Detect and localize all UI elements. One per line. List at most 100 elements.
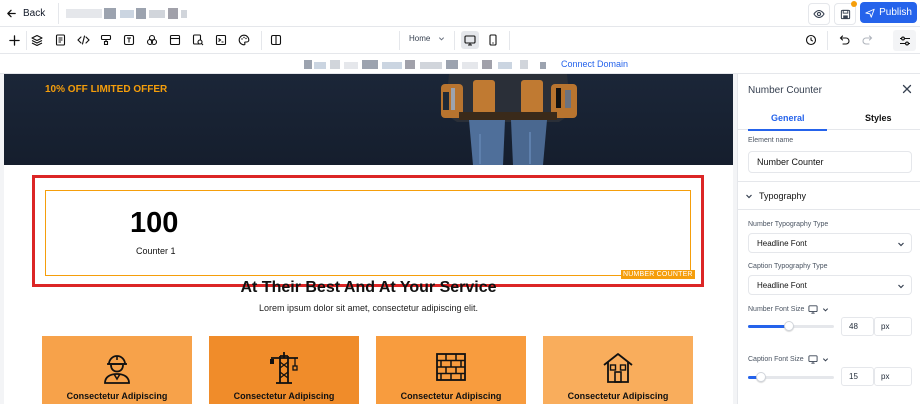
history-button[interactable]	[803, 32, 819, 48]
panel-tabs: General Styles	[738, 108, 920, 131]
caption-font-size-unit[interactable]: px	[874, 367, 912, 386]
service-card[interactable]: Consectetur Adipiscing	[543, 336, 693, 404]
element-name-label: Element name	[748, 137, 794, 144]
close-icon[interactable]	[901, 83, 913, 95]
paint-roller-icon	[100, 34, 112, 46]
slider-handle[interactable]	[755, 372, 766, 382]
tab-general[interactable]: General	[771, 113, 805, 123]
service-card-label: Consectetur Adipiscing	[400, 391, 502, 401]
pages-button[interactable]	[52, 32, 68, 48]
split-view-button[interactable]	[268, 32, 284, 48]
chevron-down-icon[interactable]	[822, 356, 829, 363]
service-card-label: Consectetur Adipiscing	[567, 391, 669, 401]
typography-section-toggle[interactable]: Typography	[745, 191, 806, 201]
undo-button[interactable]	[837, 32, 853, 48]
typography-heading: Typography	[759, 191, 807, 201]
caption-typography-value: Headline Font	[757, 280, 807, 290]
page-preview: 10% OFF LIMITED OFFER 100 Counter 1 NUMB…	[4, 74, 733, 404]
monitor-icon[interactable]	[808, 305, 818, 314]
sections-button[interactable]	[167, 32, 183, 48]
service-card[interactable]: Consectetur Adipiscing	[209, 336, 359, 404]
caption-font-size-text: Caption Font Size	[748, 356, 804, 363]
caption-font-size-input[interactable]: 15	[841, 367, 874, 386]
hero-section[interactable]: 10% OFF LIMITED OFFER	[4, 74, 733, 165]
monitor-icon	[464, 34, 476, 46]
palette-icon	[238, 34, 250, 46]
divider	[58, 3, 59, 24]
caption-font-size-label: Caption Font Size	[748, 355, 829, 364]
page-selector-value: Home	[409, 34, 431, 43]
preview-button[interactable]	[808, 3, 830, 25]
arrow-left-icon	[7, 9, 16, 18]
code-button[interactable]	[75, 32, 91, 48]
number-font-size-label: Number Font Size	[748, 305, 829, 314]
layers-button[interactable]	[29, 32, 45, 48]
settings-panel-toggle[interactable]	[893, 30, 916, 51]
colors-button[interactable]	[236, 32, 252, 48]
element-settings-panel: Number Counter General Styles Element na…	[737, 74, 920, 404]
number-font-size-unit-value: px	[881, 322, 890, 331]
eye-icon	[813, 9, 825, 19]
layers-icon	[31, 34, 43, 46]
caption-typography-select[interactable]: Headline Font	[748, 275, 912, 295]
panel-title: Number Counter	[748, 85, 822, 96]
back-button[interactable]: Back	[6, 5, 45, 22]
caption-typography-label: Caption Typography Type	[748, 263, 828, 270]
redo-button[interactable]	[859, 32, 875, 48]
chevron-down-icon	[439, 37, 445, 41]
element-name-input[interactable]: Number Counter	[748, 151, 912, 173]
typography-button[interactable]	[121, 32, 137, 48]
columns-icon	[270, 34, 282, 46]
number-font-size-unit[interactable]: px	[874, 317, 912, 336]
number-font-size-text: Number Font Size	[748, 306, 805, 313]
sliders-icon	[899, 36, 910, 45]
browser-window-icon	[169, 34, 181, 46]
caption-font-size-value: 15	[849, 372, 858, 381]
publish-button[interactable]: Publish	[860, 2, 917, 23]
section-heading: At Their Best And At Your Service	[240, 279, 497, 296]
service-card-label: Consectetur Adipiscing	[233, 391, 335, 401]
caption-font-size-slider[interactable]	[748, 372, 834, 382]
worker-image	[441, 74, 577, 165]
scripts-button[interactable]	[213, 32, 229, 48]
chevron-down-icon[interactable]	[822, 306, 829, 313]
document-icon	[55, 34, 65, 46]
divider	[738, 181, 920, 182]
text-icon	[123, 34, 135, 46]
number-font-size-input[interactable]: 48	[841, 317, 874, 336]
tab-styles[interactable]: Styles	[865, 113, 892, 123]
service-card[interactable]: Consectetur Adipiscing	[376, 336, 526, 404]
worker-icon	[104, 355, 130, 384]
crane-icon	[270, 352, 298, 384]
element-name-value: Number Counter	[757, 157, 824, 167]
connect-domain-link[interactable]: Connect Domain	[561, 59, 628, 69]
service-card-label: Consectetur Adipiscing	[66, 391, 168, 401]
monitor-icon[interactable]	[808, 355, 818, 364]
page-search-icon	[192, 34, 204, 46]
publish-label: Publish	[879, 7, 912, 18]
caption-font-size-unit-value: px	[881, 372, 890, 381]
save-button[interactable]	[834, 1, 857, 25]
page-selector[interactable]: Home	[409, 34, 445, 43]
hero-offer-text: 10% OFF LIMITED OFFER	[45, 84, 168, 95]
number-font-size-slider[interactable]	[748, 321, 834, 331]
service-card[interactable]: Consectetur Adipiscing	[42, 336, 192, 404]
desktop-view-button[interactable]	[461, 31, 479, 49]
domain-bar: Connect Domain	[0, 54, 920, 74]
plus-icon	[8, 34, 20, 46]
divider	[454, 31, 455, 50]
send-icon	[865, 8, 875, 18]
element-type-tag: NUMBER COUNTER	[621, 270, 695, 279]
number-typography-select[interactable]: Headline Font	[748, 233, 912, 253]
undo-icon	[839, 35, 850, 45]
components-button[interactable]	[144, 32, 160, 48]
slider-handle[interactable]	[784, 321, 795, 331]
divider	[261, 31, 262, 50]
add-element-button[interactable]	[6, 32, 22, 48]
theme-button[interactable]	[98, 32, 114, 48]
clock-history-icon	[805, 34, 817, 46]
seo-button[interactable]	[190, 32, 206, 48]
mobile-view-button[interactable]	[484, 31, 502, 49]
back-label: Back	[23, 8, 46, 19]
editor-toolbar: Home	[0, 27, 920, 54]
